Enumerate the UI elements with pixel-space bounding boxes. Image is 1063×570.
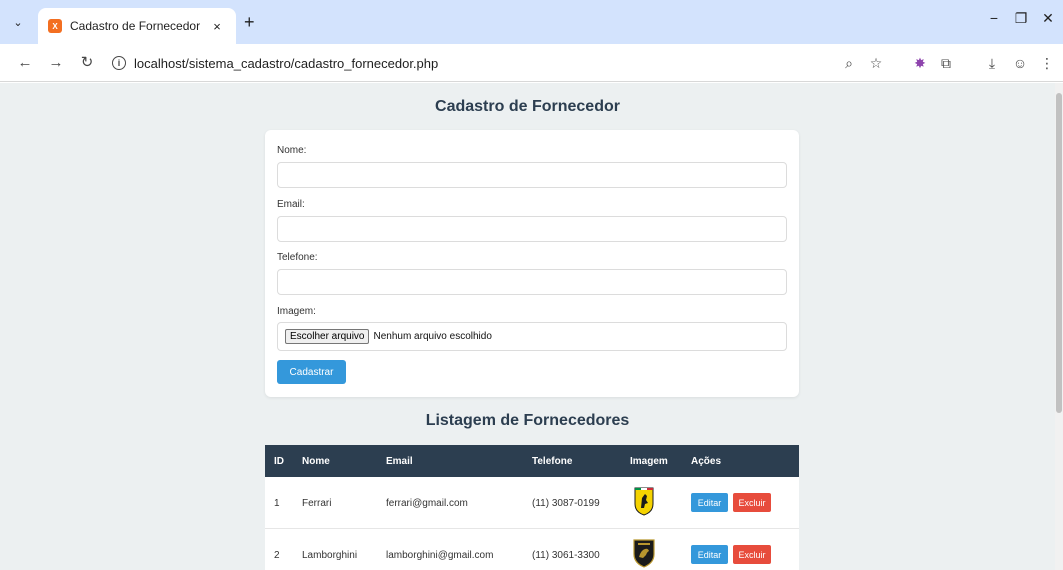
email-input[interactable] [277,216,787,242]
ferrari-logo-icon [634,487,654,516]
cadastrar-button[interactable]: Cadastrar [277,360,346,384]
list-title: Listagem de Fornecedores [425,412,630,429]
tab-strip: ⌄ X Cadastro de Fornecedor × + − ❐ ✕ [0,0,1063,44]
th-nome: Nome [302,455,330,467]
download-icon[interactable]: ⤓ [983,54,1001,72]
url-text[interactable]: localhost/sistema_cadastro/cadastro_forn… [134,56,438,71]
email-label: Email: [277,199,305,210]
delete-button[interactable]: Excluir [733,493,771,512]
nome-input[interactable] [277,162,787,188]
page-scrollbar[interactable] [1055,83,1063,570]
file-status: Nenhum arquivo escolhido [373,331,492,342]
cell-email: ferrari@gmail.com [386,498,468,509]
extension-icon[interactable]: ✸ [911,54,929,72]
browser-tab[interactable]: X Cadastro de Fornecedor × [38,8,236,44]
supplier-form: Nome: Email: Telefone: Imagem: Escolher … [265,130,799,397]
cell-nome: Lamborghini [302,550,358,561]
minimize-icon[interactable]: − [984,10,1004,26]
cell-id: 2 [274,550,280,561]
table-header: ID Nome Email Telefone Imagem Ações [265,445,799,477]
table-row: 1 Ferrari ferrari@gmail.com (11) 3087-01… [265,477,799,529]
cell-telefone: (11) 3087-0199 [532,498,600,509]
zoom-icon[interactable]: ⌕ [840,54,858,72]
close-window-icon[interactable]: ✕ [1038,10,1058,27]
cell-telefone: (11) 3061-3300 [532,550,600,561]
cell-id: 1 [274,498,280,509]
address-bar[interactable]: i localhost/sistema_cadastro/cadastro_fo… [106,49,896,77]
new-tab-button[interactable]: + [244,13,255,31]
table-row: 2 Lamborghini lamborghini@gmail.com (11)… [265,529,799,570]
forward-icon[interactable]: → [47,54,65,72]
th-telefone: Telefone [532,455,573,467]
tab-title: Cadastro de Fornecedor [70,19,201,33]
telefone-input[interactable] [277,269,787,295]
tab-close-icon[interactable]: × [208,19,226,34]
delete-button[interactable]: Excluir [733,545,771,564]
edit-button[interactable]: Editar [691,545,728,564]
bookmark-star-icon[interactable]: ☆ [867,54,885,72]
th-id: ID [274,455,284,467]
browser-toolbar: ← → ↻ i localhost/sistema_cadastro/cadas… [0,44,1063,82]
edit-button[interactable]: Editar [691,493,728,512]
menu-kebab-icon[interactable]: ⋮ [1038,54,1056,72]
cell-nome: Ferrari [302,498,332,509]
choose-file-button[interactable]: Escolher arquivo [285,329,370,344]
lamborghini-logo-icon [633,539,655,568]
th-email: Email [386,455,413,467]
extensions-puzzle-icon[interactable]: ⧉ [937,54,955,72]
site-info-icon[interactable]: i [112,56,126,70]
supplier-table: ID Nome Email Telefone Imagem Ações 1 Fe… [265,445,799,570]
tab-search-icon[interactable]: ⌄ [8,12,28,32]
form-title: Cadastro de Fornecedor [435,98,620,115]
th-acoes: Ações [691,455,722,467]
reload-icon[interactable]: ↻ [78,54,96,72]
cell-email: lamborghini@gmail.com [386,550,494,561]
nome-label: Nome: [277,145,307,156]
restore-icon[interactable]: ❐ [1011,10,1031,27]
imagem-label: Imagem: [277,306,316,317]
page-content: Cadastro de Fornecedor Nome: Email: Tele… [0,83,1055,570]
th-imagem: Imagem [630,455,668,467]
telefone-label: Telefone: [277,252,318,263]
profile-icon[interactable]: ☺ [1011,54,1029,72]
favicon-icon: X [48,19,62,33]
scrollbar-thumb[interactable] [1056,93,1062,413]
imagem-file-input: Escolher arquivo Nenhum arquivo escolhid… [277,322,787,351]
back-icon[interactable]: ← [16,54,34,72]
